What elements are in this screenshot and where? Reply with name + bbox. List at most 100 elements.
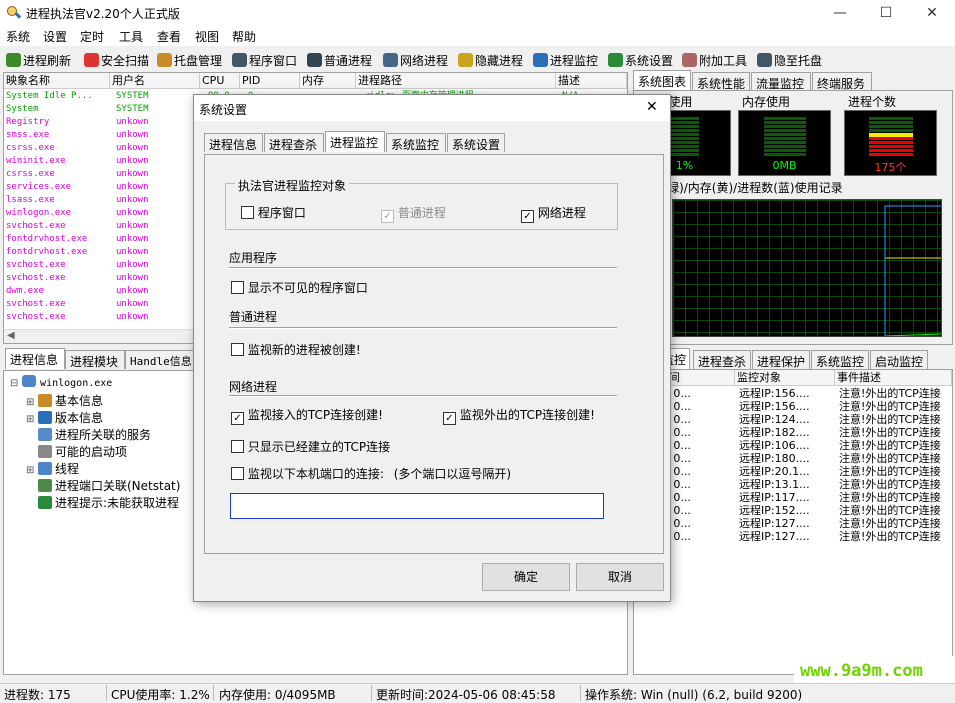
- tab-traffic-monitor[interactable]: 流量监控: [751, 72, 811, 91]
- maximize-button[interactable]: ☐: [863, 0, 909, 26]
- tab-terminal-services[interactable]: 终端服务: [812, 72, 872, 91]
- close-button[interactable]: ✕: [909, 0, 955, 26]
- table-row[interactable]: 2024-05-06 0...远程IP:106....注意!外出的TCP连接: [634, 439, 952, 452]
- tab-startup-monitor[interactable]: 启动监控: [870, 350, 928, 369]
- dialog-tab-system-monitor[interactable]: 系统监控: [386, 133, 446, 152]
- cell-name: System Idle P...: [6, 91, 93, 101]
- option-monitor-incoming-tcp[interactable]: ✓ 监视接入的TCP连接创建!: [231, 406, 383, 425]
- col-memory[interactable]: 内存: [300, 73, 356, 88]
- toolbar-button-5[interactable]: 普通进程: [307, 52, 372, 70]
- table-row[interactable]: 2024-05-06 0...远程IP:156....注意!外出的TCP连接: [634, 400, 952, 413]
- dialog-tab-process-info[interactable]: 进程信息: [204, 133, 263, 152]
- tab-process-info[interactable]: 进程信息: [5, 348, 65, 369]
- option-monitor-outgoing-tcp[interactable]: ✓ 监视外出的TCP连接创建!: [443, 406, 595, 425]
- monitor-tabs: 进程监控 进程查杀 进程保护 系统监控 启动监控: [633, 348, 953, 370]
- table-row[interactable]: 2024-05-06 0...远程IP:117....注意!外出的TCP连接: [634, 491, 952, 504]
- ports-input[interactable]: [230, 493, 604, 519]
- cell-object: 远程IP:180....: [739, 452, 810, 465]
- toolbar-button-2[interactable]: 安全扫描: [84, 52, 149, 70]
- table-row[interactable]: 2024-05-06 0...远程IP:182....注意!外出的TCP连接: [634, 426, 952, 439]
- show-invisible-checkbox[interactable]: [231, 281, 244, 294]
- menu-layout[interactable]: 视图: [195, 28, 219, 45]
- col-cpu[interactable]: CPU: [200, 73, 240, 88]
- monitor-incoming-tcp-checkbox[interactable]: ✓: [231, 412, 244, 425]
- expand-icon[interactable]: ⊞: [26, 397, 38, 408]
- target-network-process-checkbox[interactable]: ✓: [521, 210, 534, 223]
- target-program-window[interactable]: 程序窗口: [241, 204, 306, 221]
- watermark-box: www.9a9m.com: [794, 656, 955, 686]
- tree-item[interactable]: 进程提示:未能获取进程: [26, 494, 179, 511]
- monitor-ports-checkbox[interactable]: [231, 467, 244, 480]
- option-monitor-ports[interactable]: 监视以下本机端口的连接: (多个端口以逗号隔开): [231, 465, 511, 482]
- dialog-tab-page: 执法官进程监控对象 程序窗口 ✓ 普通进程 ✓ 网络进程 应用程序 显示不可见的…: [204, 154, 664, 554]
- tree-item[interactable]: 进程端口关联(Netstat): [26, 477, 180, 494]
- tree-item[interactable]: 可能的启动项: [26, 443, 127, 460]
- menu-settings[interactable]: 设置: [43, 28, 67, 45]
- tree-item[interactable]: ⊞ 线程: [26, 460, 79, 477]
- col-path[interactable]: 进程路径: [356, 73, 556, 88]
- toolbar-button-11[interactable]: 隐至托盘: [757, 52, 822, 70]
- col-username[interactable]: 用户名: [110, 73, 200, 88]
- table-row[interactable]: 2024-05-06 0...远程IP:13.1...注意!外出的TCP连接: [634, 478, 952, 491]
- col-monitor-object[interactable]: 监控对象: [735, 370, 835, 385]
- toolbar-button-7[interactable]: 隐藏进程: [458, 52, 523, 70]
- cell-user: unkown: [116, 234, 149, 244]
- table-row[interactable]: 2024-05-06 0...远程IP:156....注意!外出的TCP连接: [634, 387, 952, 400]
- only-established-checkbox[interactable]: [231, 440, 244, 453]
- monitor-outgoing-tcp-checkbox[interactable]: ✓: [443, 412, 456, 425]
- menu-view[interactable]: 查看: [157, 28, 181, 45]
- table-row[interactable]: 2024-05-06 0...远程IP:127....注意!外出的TCP连接: [634, 530, 952, 543]
- toolbar-button-10[interactable]: 附加工具: [682, 52, 747, 70]
- option-only-established[interactable]: 只显示已经建立的TCP连接: [231, 438, 390, 455]
- col-image-name[interactable]: 映象名称: [4, 73, 110, 88]
- monitor-new-process-checkbox[interactable]: [231, 343, 244, 356]
- toolbar-button-4[interactable]: 程序窗口: [232, 52, 297, 70]
- toolbar-button-6[interactable]: 网络进程: [383, 52, 448, 70]
- menu-tools[interactable]: 工具: [119, 28, 143, 45]
- expand-icon[interactable]: ⊞: [26, 465, 38, 476]
- tab-system-performance[interactable]: 系统性能: [692, 72, 750, 91]
- cell-name: svchost.exe: [6, 299, 66, 309]
- tab-system-chart[interactable]: 系统图表: [633, 70, 691, 91]
- dialog-tab-process-monitor[interactable]: 进程监控: [325, 131, 385, 152]
- target-program-window-checkbox[interactable]: [241, 206, 254, 219]
- tab-system-monitor[interactable]: 系统监控: [811, 350, 869, 369]
- table-row[interactable]: 2024-05-06 0...远程IP:127....注意!外出的TCP连接: [634, 517, 952, 530]
- option-show-invisible[interactable]: 显示不可见的程序窗口: [231, 279, 368, 296]
- col-pid[interactable]: PID: [240, 73, 300, 88]
- tree-item[interactable]: ⊞ 基本信息: [26, 392, 103, 409]
- menu-timer[interactable]: 定时: [80, 28, 104, 45]
- tree-item[interactable]: 进程所关联的服务: [26, 426, 151, 443]
- dialog-tab-process-kill[interactable]: 进程查杀: [264, 133, 324, 152]
- tree-root[interactable]: ⊟ winlogon.exe: [10, 375, 112, 392]
- menu-system[interactable]: 系统: [6, 28, 30, 45]
- menu-help[interactable]: 帮助: [232, 28, 256, 45]
- col-description[interactable]: 描述: [556, 73, 627, 88]
- tab-handle-info[interactable]: Handle信息: [125, 350, 195, 369]
- table-row[interactable]: 2024-05-06 0...远程IP:20.1...注意!外出的TCP连接: [634, 465, 952, 478]
- option-monitor-new-process[interactable]: 监视新的进程被创建!: [231, 341, 361, 358]
- tab-process-kill[interactable]: 进程查杀: [693, 350, 751, 369]
- dialog-close-button[interactable]: ✕: [646, 99, 658, 115]
- toolbar-button-1[interactable]: 进程刷新: [6, 52, 71, 70]
- dialog-tab-system-settings[interactable]: 系统设置: [447, 133, 505, 152]
- expand-icon[interactable]: ⊞: [26, 414, 38, 425]
- table-row[interactable]: 2024-05-06 0...远程IP:124....注意!外出的TCP连接: [634, 413, 952, 426]
- cell-event: 注意!外出的TCP连接: [839, 491, 941, 504]
- cell-name: fontdrvhost.exe: [6, 234, 88, 244]
- toolbar-button-9[interactable]: 系统设置: [608, 52, 673, 70]
- table-row[interactable]: 2024-05-06 0...远程IP:180....注意!外出的TCP连接: [634, 452, 952, 465]
- cell-event: 注意!外出的TCP连接: [839, 400, 941, 413]
- tab-process-protect[interactable]: 进程保护: [752, 350, 810, 369]
- minimize-button[interactable]: —: [817, 0, 863, 26]
- col-event-description[interactable]: 事件描述: [835, 370, 952, 385]
- ok-button[interactable]: 确定: [482, 563, 570, 591]
- target-network-process[interactable]: ✓ 网络进程: [521, 204, 586, 223]
- cancel-button[interactable]: 取消: [576, 563, 664, 591]
- tab-process-modules[interactable]: 进程模块: [65, 350, 125, 369]
- toolbar-button-8[interactable]: 进程监控: [533, 52, 598, 70]
- toolbar-button-3[interactable]: 托盘管理: [157, 52, 222, 70]
- tree-item[interactable]: ⊞ 版本信息: [26, 409, 103, 426]
- table-row[interactable]: 2024-05-06 0...远程IP:152....注意!外出的TCP连接: [634, 504, 952, 517]
- scroll-left-icon[interactable]: ◀: [7, 330, 15, 341]
